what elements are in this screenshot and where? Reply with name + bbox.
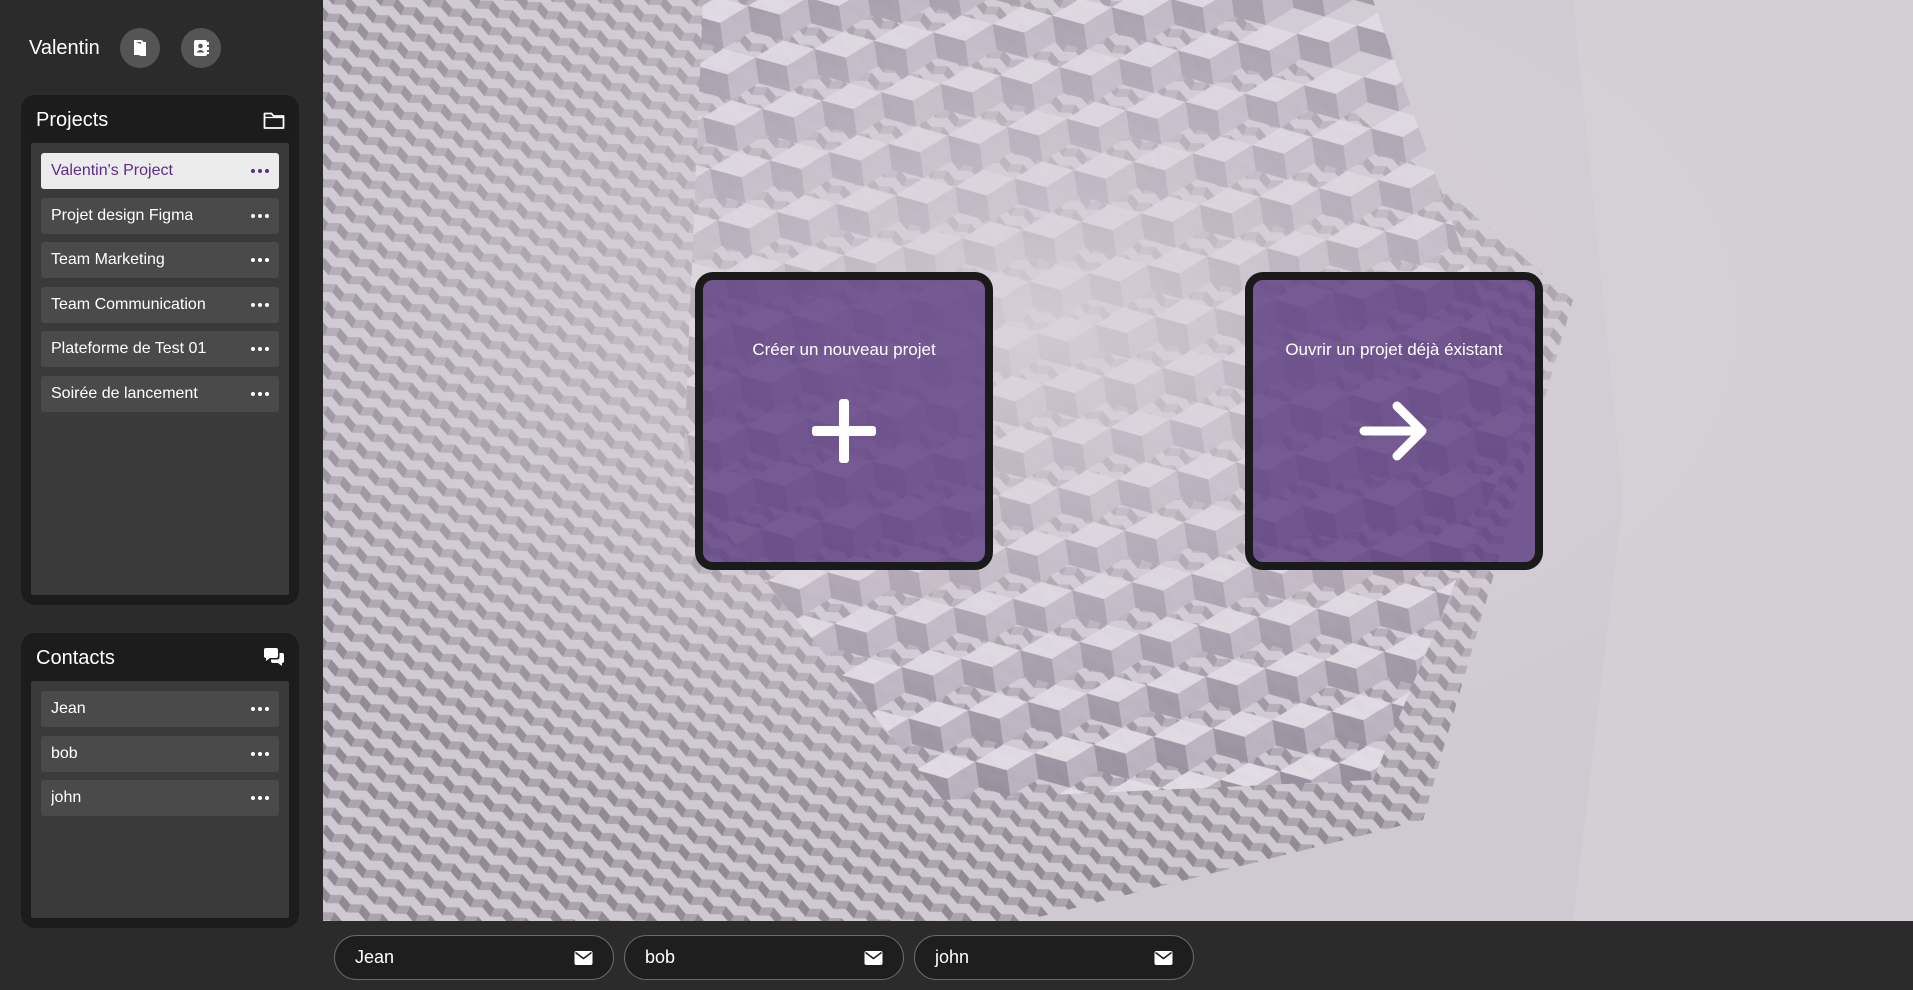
contact-item[interactable]: john [41,780,279,816]
more-options-icon[interactable] [251,391,269,397]
more-options-icon[interactable] [251,706,269,712]
contact-label: john [51,789,82,806]
project-item[interactable]: Team Communication [41,286,279,323]
more-options-icon[interactable] [251,302,269,308]
project-label: Projet design Figma [51,206,194,224]
more-options-icon[interactable] [251,257,269,263]
user-name: Valentin [29,36,100,59]
project-item[interactable]: Projet design Figma [41,197,279,234]
open-project-title: Ouvrir un projet déjà éxistant [1285,340,1503,359]
project-label: Soirée de lancement [51,384,198,402]
projects-list: Valentin's Project Projet design Figma T… [31,143,289,595]
contact-label: bob [51,744,78,762]
contacts-panel: Contacts Jean bob john [21,633,299,928]
envelope-icon[interactable] [1154,950,1173,966]
projects-title: Projects [36,108,109,131]
more-options-icon[interactable] [251,346,269,352]
arrow-right-icon [1359,401,1427,461]
main-canvas: Créer un nouveau projet Ouvrir un projet… [323,0,1913,921]
more-options-icon[interactable] [251,751,269,757]
door-exit-icon [133,40,146,56]
projects-panel: Projects Valentin's Project Projet desig… [21,95,299,605]
project-item[interactable]: Soirée de lancement [41,375,279,412]
chat-bubbles-icon[interactable] [262,646,286,670]
plus-icon [812,399,876,463]
chat-tab-label: bob [645,947,676,967]
open-project-card[interactable]: Ouvrir un projet déjà éxistant [1245,272,1543,570]
project-item[interactable]: Valentin's Project [41,153,279,189]
more-options-icon[interactable] [251,795,269,801]
project-item[interactable]: Team Marketing [41,242,279,278]
contacts-list: Jean bob john [31,681,289,918]
sidebar: Valentin Projects Valentin's Project Pro… [0,0,323,990]
projects-panel-header: Projects [21,95,299,145]
create-project-title: Créer un nouveau projet [752,340,936,359]
contacts-title: Contacts [36,646,115,669]
folder-icon[interactable] [262,108,286,132]
contact-item[interactable]: bob [41,735,279,772]
envelope-icon[interactable] [574,950,593,966]
address-book-icon [193,40,209,56]
user-header: Valentin [29,28,242,68]
more-options-icon[interactable] [251,213,269,219]
project-item[interactable]: Plateforme de Test 01 [41,331,279,367]
address-book-button[interactable] [180,28,221,68]
cubes-background-image [323,0,1913,921]
project-label: Team Marketing [51,251,165,268]
chat-tab-label: john [935,947,970,967]
chat-tab-john[interactable]: john [914,935,1194,980]
more-options-icon[interactable] [251,168,269,174]
contact-label: Jean [51,700,86,717]
contact-item[interactable]: Jean [41,691,279,727]
contacts-panel-header: Contacts [21,633,299,683]
chat-tab-jean[interactable]: Jean [334,935,614,980]
chat-tab-bob[interactable]: bob [624,935,904,980]
envelope-icon[interactable] [864,950,883,966]
chat-tabs-bar: Jean bob john [323,921,1913,990]
project-label: Plateforme de Test 01 [51,340,207,357]
logout-button[interactable] [119,28,160,68]
project-label: Team Communication [51,295,206,313]
project-label: Valentin's Project [51,162,173,179]
create-project-card[interactable]: Créer un nouveau projet [695,272,993,570]
chat-tab-label: Jean [355,947,395,967]
